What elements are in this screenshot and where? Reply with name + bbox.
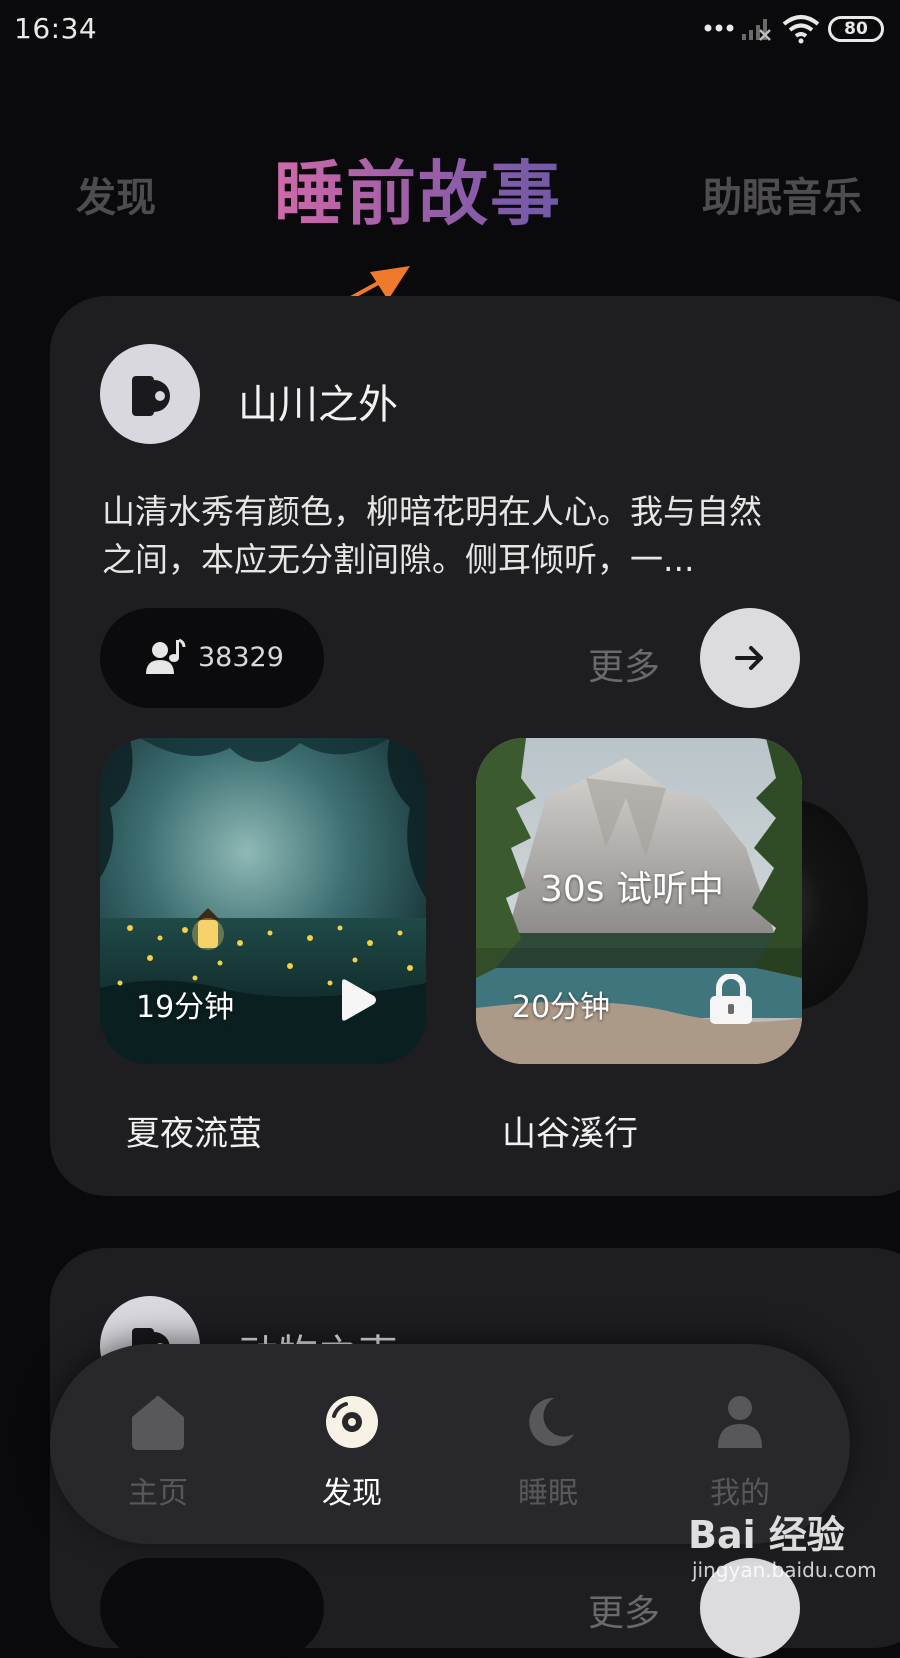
category-description: 山清水秀有颜色，柳暗花明在人心。我与自然之间，本应无分割间隙。侧耳倾听，一... [102,492,762,579]
profile-icon [718,1396,762,1448]
more-link[interactable]: 更多 [588,638,660,690]
watermark-url: jingyan.baidu.com [692,1558,877,1582]
arrow-right-icon [735,646,763,670]
status-time: 16:34 [14,12,98,45]
more-button[interactable] [700,608,800,708]
listener-count-badge [100,1558,324,1658]
battery-icon: 80 [828,16,884,42]
story-thumbnail-valley[interactable]: 30s 试听中 20分钟 [476,738,802,1064]
story-title[interactable]: 夏夜流萤 [126,1106,262,1155]
nav-label: 睡眠 [518,1476,578,1511]
nav-label: 主页 [128,1476,188,1511]
category-avatar [100,344,200,444]
moon-icon [529,1397,574,1446]
audio-book-icon [132,376,170,416]
tab-sleep-music[interactable]: 助眠音乐 [702,165,862,223]
battery-level: 80 [844,19,868,39]
watermark-brand: Bai 经验 [688,1513,845,1557]
nav-home[interactable]: 主页 [88,1364,228,1524]
more-link[interactable]: 更多 [588,1584,660,1636]
play-icon[interactable] [338,978,378,1022]
nav-sleep[interactable]: 睡眠 [478,1364,618,1524]
signal-icon [742,19,771,41]
story-duration: 19分钟 [136,990,235,1025]
home-icon [132,1396,184,1450]
tab-discover[interactable]: 发现 [76,165,156,223]
trial-overlay-text: 30s 试听中 [540,869,725,910]
listener-count: 38329 [198,642,284,673]
nav-label: 发现 [322,1476,382,1511]
story-duration: 20分钟 [512,990,611,1025]
tab-bedtime-stories[interactable]: 睡前故事 [274,138,562,239]
nav-profile[interactable]: 我的 [670,1364,810,1524]
discover-icon [326,1396,378,1448]
baidu-watermark: Bai 经验 jingyan.baidu.com [688,1504,888,1594]
category-title: 山川之外 [238,382,398,428]
nav-discover[interactable]: 发现 [282,1364,422,1524]
wifi-icon [782,15,820,44]
story-thumbnail-fireflies[interactable]: 19分钟 [100,738,426,1064]
listeners-icon [146,638,186,674]
story-title[interactable]: 山谷溪行 [502,1106,638,1155]
lock-icon [710,974,752,1024]
more-dots-icon [704,24,734,32]
